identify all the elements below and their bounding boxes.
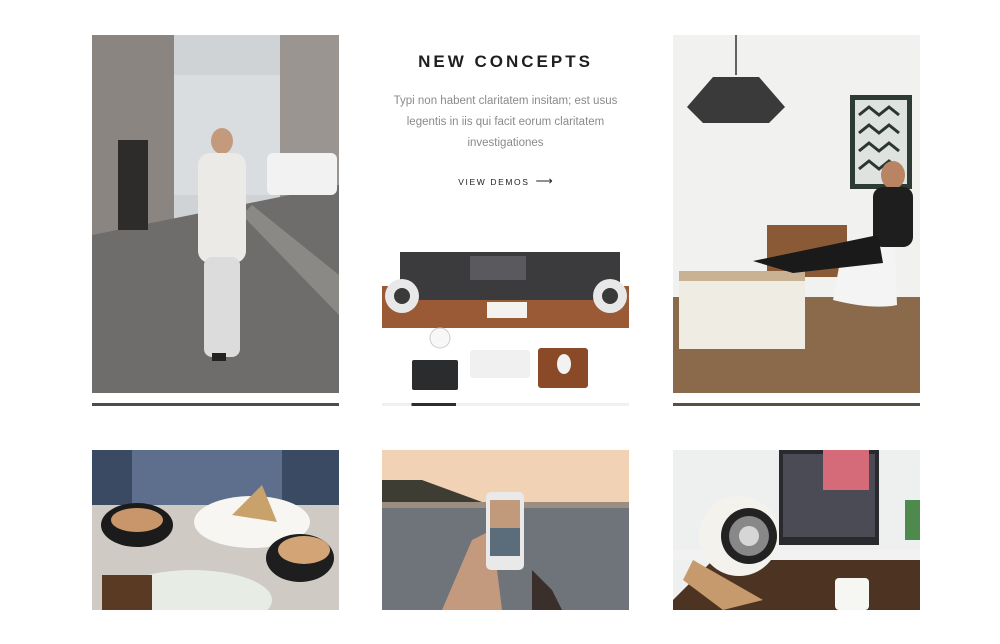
gallery-image-street[interactable]	[92, 35, 339, 393]
speaker-photo	[673, 450, 920, 610]
section-title: NEW CONCEPTS	[418, 52, 593, 71]
gallery-image-coffee[interactable]	[92, 450, 339, 610]
image-underline	[382, 403, 629, 406]
street-photo	[92, 35, 339, 393]
image-underline	[673, 403, 920, 406]
image-underline	[92, 403, 339, 406]
phone-photo	[382, 450, 629, 610]
concept-intro: NEW CONCEPTS Typi non habent claritatem …	[382, 35, 629, 190]
section-description: Typi non habent claritatem insitam; est …	[393, 95, 618, 149]
gallery-image-phone[interactable]	[382, 450, 629, 610]
gallery-image-desk[interactable]	[382, 234, 629, 393]
coffee-photo	[92, 450, 339, 610]
arrow-right-icon: ⟶	[535, 174, 553, 188]
office-photo	[673, 35, 920, 393]
view-demos-link[interactable]: VIEW DEMOS ⟶	[458, 174, 552, 188]
gallery-image-office[interactable]	[673, 35, 920, 393]
desk-photo	[382, 234, 629, 393]
gallery-image-speaker[interactable]	[673, 450, 920, 610]
view-demos-label: VIEW DEMOS	[458, 177, 530, 187]
